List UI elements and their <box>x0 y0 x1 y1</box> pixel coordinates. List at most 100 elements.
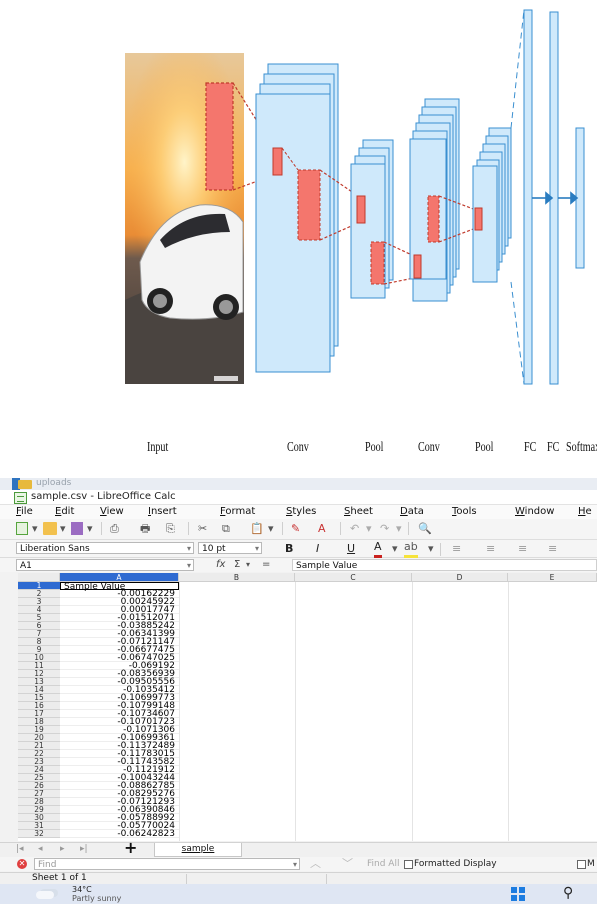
chevron-down-icon[interactable]: ▾ <box>396 522 402 535</box>
copy-icon[interactable]: ⧉ <box>222 522 230 535</box>
menu-help[interactable]: He <box>578 506 592 517</box>
chevron-down-icon[interactable]: ▾ <box>187 560 191 572</box>
add-sheet-button[interactable]: + <box>124 840 137 856</box>
cut-icon[interactable]: ✂ <box>198 522 207 535</box>
menu-tools[interactable]: Tools <box>452 506 477 517</box>
sheet-tab-bar: |◂ ◂ ▸ ▸| + sample <box>0 840 597 857</box>
formatted-display-label: Formatted Display <box>414 859 497 869</box>
justify-icon[interactable]: ≡ <box>548 542 557 555</box>
formatted-display-checkbox[interactable] <box>404 860 413 869</box>
tab-sample[interactable]: sample <box>154 843 242 857</box>
save-icon[interactable] <box>71 522 83 535</box>
row-header[interactable]: 32 <box>18 830 60 838</box>
chevron-down-icon[interactable]: ▾ <box>255 543 259 555</box>
menu-bar: File Edit View Insert Format Styles Shee… <box>0 505 597 519</box>
sum-icon[interactable]: Σ <box>234 558 240 571</box>
export-pdf-icon[interactable]: ⎙ <box>110 522 119 535</box>
calc-app-icon <box>14 492 27 504</box>
font-size-value: 10 pt <box>202 544 226 554</box>
label-pool-1: Pool <box>365 440 384 455</box>
chevron-down-icon[interactable]: ▾ <box>366 522 372 535</box>
find-previous-icon[interactable]: ︿ <box>310 857 321 870</box>
column-header-c[interactable]: C <box>295 573 412 582</box>
undo-icon[interactable]: ↶ <box>350 522 359 535</box>
menu-edit[interactable]: Edit <box>55 506 74 517</box>
name-box[interactable]: A1 ▾ <box>16 559 194 571</box>
pool2-stack <box>472 127 512 283</box>
bold-button[interactable]: B <box>285 542 293 555</box>
formula-equals-icon[interactable]: = <box>262 558 270 571</box>
font-name-value: Liberation Sans <box>20 544 90 554</box>
column-header-a[interactable]: A <box>60 573 179 582</box>
menu-insert[interactable]: Insert <box>148 506 177 517</box>
print-preview-icon[interactable]: ⎘ <box>166 522 175 535</box>
redo-icon[interactable]: ↷ <box>380 522 389 535</box>
chevron-down-icon[interactable]: ▾ <box>293 859 297 871</box>
label-conv-1: Conv <box>287 440 309 455</box>
match-case-checkbox[interactable] <box>577 860 586 869</box>
menu-sheet[interactable]: Sheet <box>344 506 373 517</box>
folder-label: uploads <box>36 478 72 488</box>
label-pool-2: Pool <box>475 440 494 455</box>
chevron-down-icon[interactable]: ▾ <box>246 558 250 571</box>
highlight-color-icon[interactable]: ab <box>404 541 418 558</box>
find-replace-icon[interactable]: 🔍 <box>418 522 432 535</box>
menu-data[interactable]: Data <box>400 506 424 517</box>
explorer-titlebar: uploads <box>0 478 597 490</box>
chevron-down-icon[interactable]: ▾ <box>87 522 93 535</box>
chevron-down-icon[interactable]: ▾ <box>428 542 434 555</box>
windows-start-icon[interactable] <box>511 887 525 901</box>
clone-formatting-icon[interactable]: ✎ <box>291 522 300 535</box>
spreadsheet-grid[interactable]: A B C D E 1 Sample Value 2 -0.00162229 3 0.00… <box>18 573 597 841</box>
column-header-e[interactable]: E <box>508 573 597 582</box>
align-center-icon[interactable]: ≡ <box>486 542 495 555</box>
column-header-d[interactable]: D <box>412 573 508 582</box>
next-sheet-icon[interactable]: ▸ <box>60 843 65 856</box>
align-left-icon[interactable]: ≡ <box>452 542 461 555</box>
underline-button[interactable]: U <box>347 542 355 555</box>
first-sheet-icon[interactable]: |◂ <box>16 843 24 856</box>
chevron-down-icon[interactable]: ▾ <box>187 543 191 555</box>
paste-icon[interactable]: 📋 <box>250 522 264 535</box>
window-title: sample.csv - LibreOffice Calc <box>31 491 176 502</box>
weather-description[interactable]: Partly sunny <box>72 894 121 903</box>
find-all-button[interactable]: Find All <box>367 858 399 871</box>
font-color-icon[interactable]: A <box>374 541 382 558</box>
new-document-icon[interactable] <box>16 522 28 535</box>
chevron-down-icon[interactable]: ▾ <box>392 542 398 555</box>
open-folder-icon[interactable] <box>43 522 57 535</box>
search-icon[interactable]: ⚲ <box>563 885 573 901</box>
font-name-box[interactable]: Liberation Sans ▾ <box>16 542 194 554</box>
find-next-icon[interactable]: ﹀ <box>342 857 353 870</box>
cell-reference: A1 <box>20 561 32 571</box>
print-icon[interactable]: 🖶 <box>140 522 150 535</box>
input-receptive-field <box>205 82 234 191</box>
column-header-b[interactable]: B <box>179 573 295 582</box>
clear-formatting-icon[interactable]: A <box>318 522 326 535</box>
italic-button[interactable]: I <box>316 542 319 555</box>
align-right-icon[interactable]: ≡ <box>518 542 527 555</box>
menu-format[interactable]: Format <box>220 506 255 517</box>
chevron-down-icon[interactable]: ▾ <box>60 522 66 535</box>
label-fc-2: FC <box>547 440 560 455</box>
fc1-layer <box>523 9 533 385</box>
close-icon[interactable]: ✕ <box>17 859 27 869</box>
label-fc-1: FC <box>524 440 537 455</box>
input-line[interactable]: Sample Value <box>292 559 597 571</box>
table-cell[interactable]: -0.06242823 <box>60 830 179 839</box>
menu-view[interactable]: View <box>100 506 124 517</box>
formula-bar: A1 ▾ fx Σ ▾ = Sample Value <box>0 558 597 572</box>
menu-styles[interactable]: Styles <box>286 506 316 517</box>
chevron-down-icon[interactable]: ▾ <box>32 522 38 535</box>
font-size-box[interactable]: 10 pt ▾ <box>198 542 262 554</box>
input-line-value: Sample Value <box>296 561 358 571</box>
function-wizard-icon[interactable]: fx <box>216 558 225 571</box>
menu-file[interactable]: File <box>16 506 33 517</box>
last-sheet-icon[interactable]: ▸| <box>80 843 88 856</box>
find-toolbar: ✕ Find ▾ ︿ ﹀ Find All Formatted Display … <box>0 857 597 871</box>
find-input[interactable]: Find ▾ <box>34 858 300 870</box>
weather-temperature[interactable]: 34°C <box>72 885 92 894</box>
previous-sheet-icon[interactable]: ◂ <box>38 843 43 856</box>
menu-window[interactable]: Window <box>515 506 554 517</box>
chevron-down-icon[interactable]: ▾ <box>268 522 274 535</box>
